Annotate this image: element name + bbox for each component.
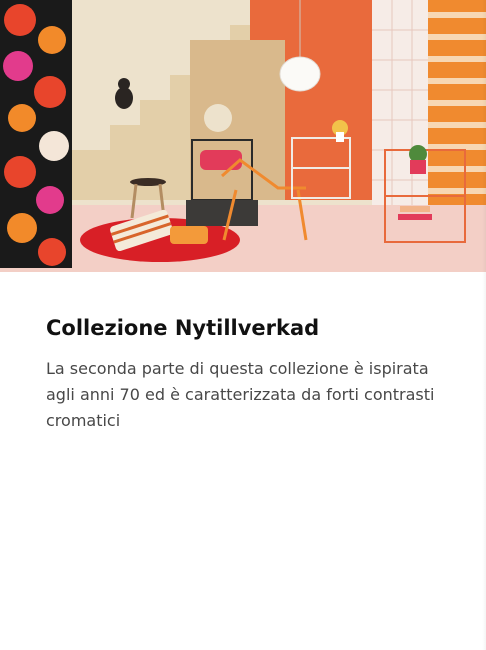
card-text: Collezione Nytillverkad La seconda parte… xyxy=(46,314,446,434)
collection-description: La seconda parte di questa collezione è … xyxy=(46,359,435,430)
collection-title[interactable]: Collezione Nytillverkad xyxy=(46,314,446,342)
collection-hero-image xyxy=(0,0,486,272)
collection-card[interactable]: Collezione Nytillverkad La seconda parte… xyxy=(0,0,486,650)
